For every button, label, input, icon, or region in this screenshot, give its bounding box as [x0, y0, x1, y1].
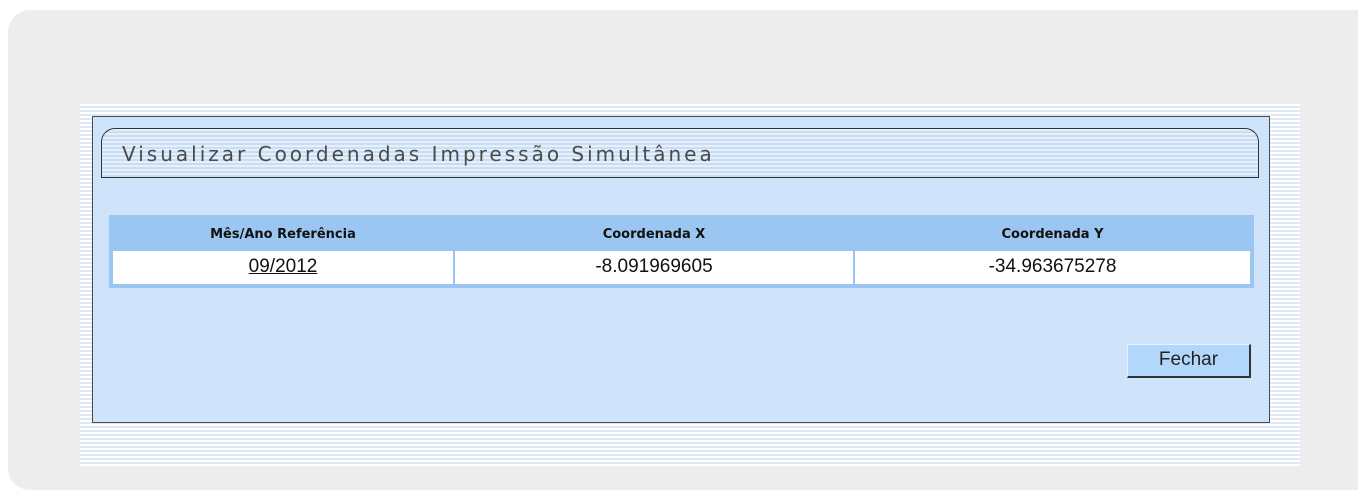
column-header-month-year: Mês/Ano Referência [113, 219, 453, 251]
title-bar: Visualizar Coordenadas Impressão Simultâ… [101, 128, 1259, 178]
table-row-cell-coordinate-x: -8.091969605 [455, 251, 853, 284]
month-year-link[interactable]: 09/2012 [249, 256, 318, 277]
table-row-cell-month-year: 09/2012 [113, 251, 453, 284]
close-button[interactable]: Fechar [1127, 344, 1251, 378]
coordinates-table: Mês/Ano Referência Coordenada X Coordena… [109, 215, 1254, 288]
table-row-cell-coordinate-y: -34.963675278 [855, 251, 1250, 284]
page-title: Visualizar Coordenadas Impressão Simultâ… [122, 142, 715, 166]
column-header-coordinate-y: Coordenada Y [855, 219, 1250, 251]
column-header-coordinate-x: Coordenada X [455, 219, 853, 251]
